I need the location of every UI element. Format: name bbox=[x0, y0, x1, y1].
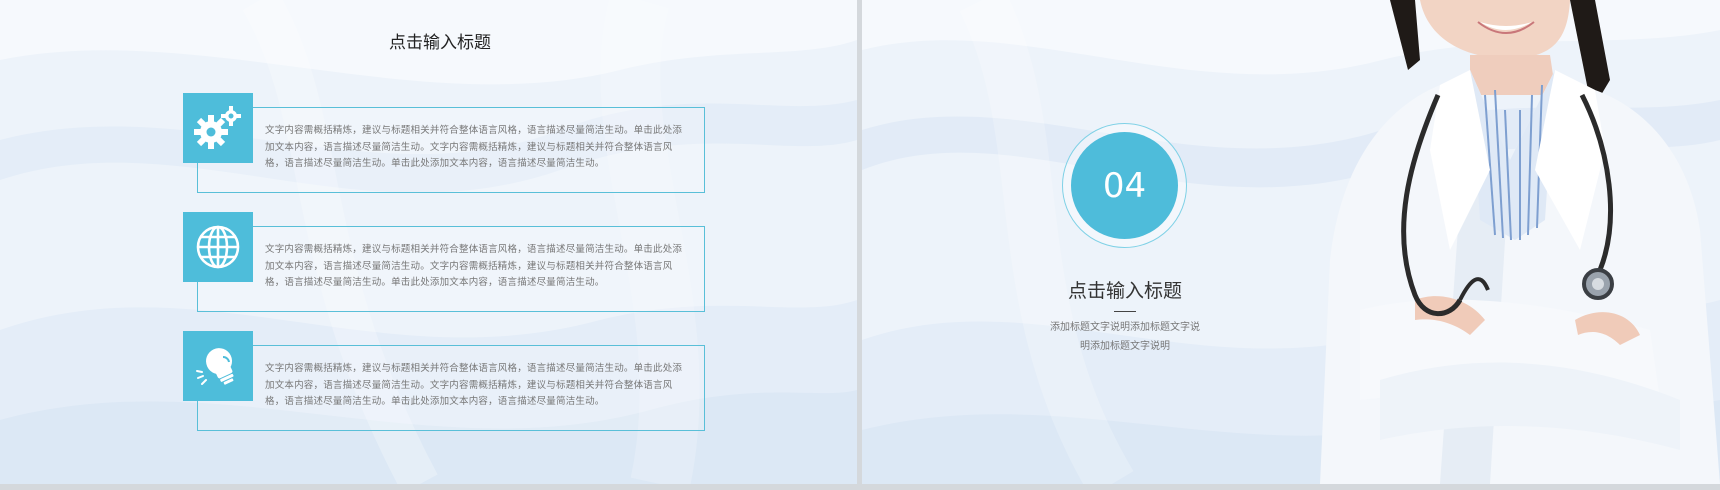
icon-tile bbox=[183, 212, 253, 282]
icon-tile bbox=[183, 93, 253, 163]
content-item: 文字内容需概括精炼，建议与标题相关并符合整体语言风格，语言描述尽量简洁生动。单击… bbox=[183, 331, 705, 435]
item-text[interactable]: 文字内容需概括精炼，建议与标题相关并符合整体语言风格，语言描述尽量简洁生动。单击… bbox=[265, 242, 685, 292]
slide-right[interactable]: 04 点击输入标题 添加标题文字说明添加标题文字说明添加标题文字说明 bbox=[862, 0, 1720, 484]
section-number-badge[interactable]: 04 bbox=[1071, 132, 1178, 239]
bottom-gap bbox=[0, 484, 1720, 490]
icon-tile bbox=[183, 331, 253, 401]
slide-title[interactable]: 点击输入标题 bbox=[0, 28, 857, 53]
section-description[interactable]: 添加标题文字说明添加标题文字说明添加标题文字说明 bbox=[1050, 318, 1200, 356]
content-item: 文字内容需概括精炼，建议与标题相关并符合整体语言风格，语言描述尽量简洁生动。单击… bbox=[183, 212, 705, 316]
doctor-photo bbox=[1320, 0, 1720, 484]
item-text[interactable]: 文字内容需概括精炼，建议与标题相关并符合整体语言风格，语言描述尽量简洁生动。单击… bbox=[265, 361, 685, 411]
lightbulb-icon bbox=[196, 348, 234, 385]
item-text[interactable]: 文字内容需概括精炼，建议与标题相关并符合整体语言风格，语言描述尽量简洁生动。单击… bbox=[265, 123, 685, 173]
title-underline bbox=[1114, 311, 1136, 312]
slide-left[interactable]: 点击输入标题 文字内容需概括精炼，建议与标题相关并符合整体语言风格，语言描述尽量… bbox=[0, 0, 857, 484]
gears-icon bbox=[194, 106, 241, 149]
content-item: 文字内容需概括精炼，建议与标题相关并符合整体语言风格，语言描述尽量简洁生动。单击… bbox=[183, 93, 705, 197]
slide-gap bbox=[857, 0, 862, 490]
globe-icon bbox=[196, 225, 240, 269]
section-title[interactable]: 点击输入标题 bbox=[1010, 276, 1240, 303]
slide-sorter-view: 点击输入标题 文字内容需概括精炼，建议与标题相关并符合整体语言风格，语言描述尽量… bbox=[0, 0, 1720, 490]
